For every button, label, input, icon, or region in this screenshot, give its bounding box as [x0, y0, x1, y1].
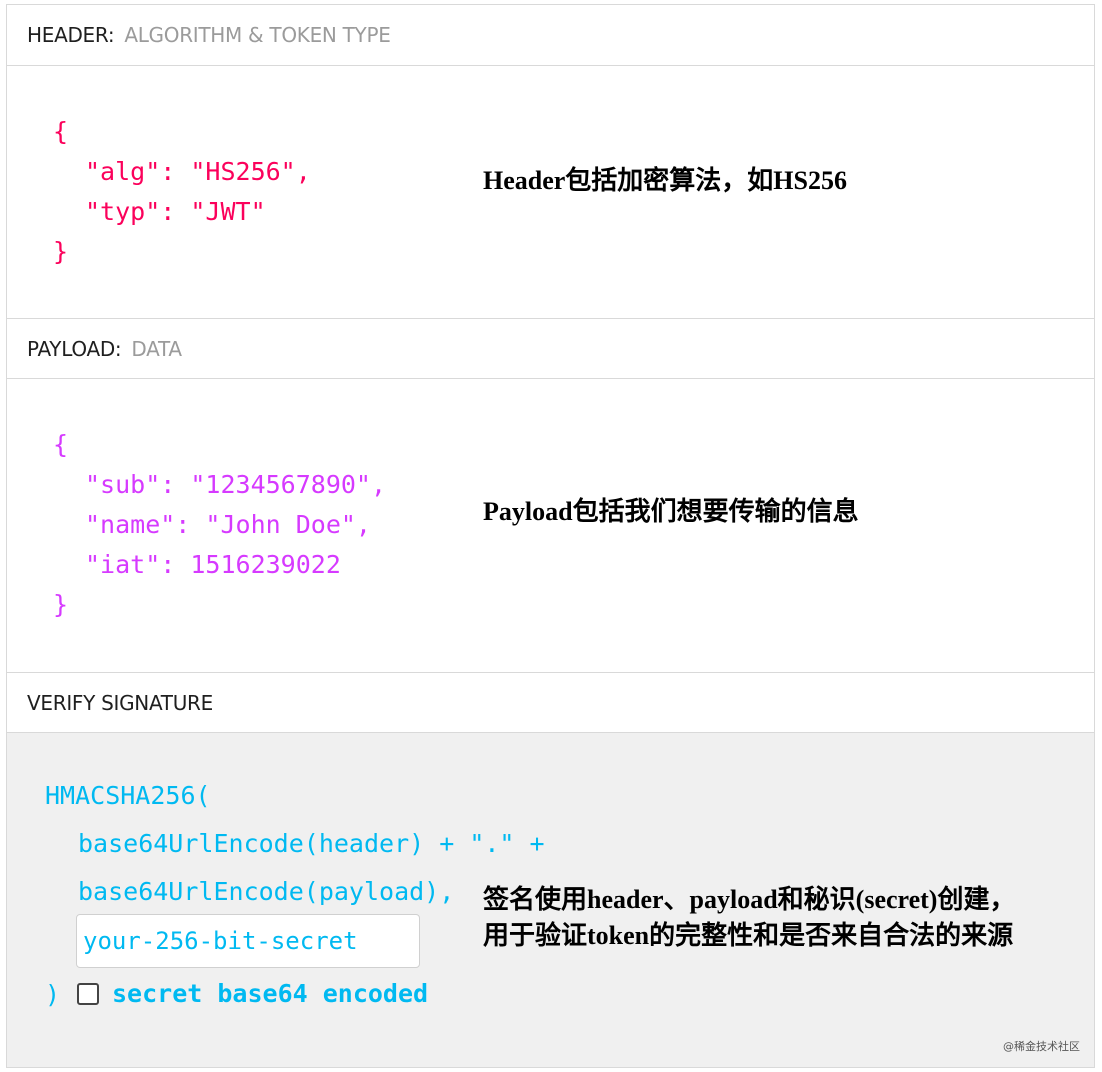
header-code-open-brace: { [53, 117, 69, 146]
header-code-close-brace: } [53, 237, 69, 266]
payload-section-title: PAYLOAD: [27, 336, 122, 361]
secret-input[interactable] [76, 914, 420, 968]
signature-code-hmac: HMACSHA256( [45, 781, 211, 810]
signature-code-close-paren: ) [45, 980, 61, 1009]
signature-section-title: VERIFY SIGNATURE [27, 690, 213, 715]
header-alg-sep: : [160, 157, 191, 186]
watermark: @稀金技术社区 [1003, 1040, 1080, 1053]
signature-code-payload-encode: base64UrlEncode(payload), [78, 877, 455, 906]
payload-section-subtitle: DATA [131, 336, 182, 361]
secret-base64-label[interactable]: secret base64 encoded [112, 974, 428, 1014]
signature-annotation-line2: 用于验证token的完整性和是否来自合法的来源 [483, 921, 1014, 950]
header-typ-sep: : [160, 197, 191, 226]
header-section-bar: HEADER: ALGORITHM & TOKEN TYPE [6, 4, 1095, 66]
payload-annotation: Payload包括我们想要传输的信息 [483, 497, 859, 526]
signature-code-header-encode: base64UrlEncode(header) + "." + [78, 829, 545, 858]
header-annotation: Header包括加密算法，如HS256 [483, 166, 847, 195]
payload-code-close-brace: } [53, 590, 69, 619]
payload-section-bar: PAYLOAD: DATA [6, 318, 1095, 379]
payload-code-panel: { "sub": "1234567890", "name": "John Doe… [6, 378, 1095, 673]
header-section-subtitle: ALGORITHM & TOKEN TYPE [124, 23, 391, 47]
header-typ-value: "JWT" [190, 197, 266, 226]
header-typ-key: "typ" [85, 197, 161, 226]
signature-section-bar: VERIFY SIGNATURE [6, 672, 1095, 733]
signature-annotation-line1: 签名使用header、payload和秘识(secret)创建， [483, 885, 1016, 914]
header-code-panel: { "alg": "HS256", "typ": "JWT" } Header包… [6, 65, 1095, 320]
header-code-line-typ[interactable]: "typ": "JWT" [85, 192, 266, 232]
payload-code-line-name[interactable]: "name": "John Doe", [85, 505, 371, 545]
header-code-line-alg[interactable]: "alg": "HS256", [85, 152, 311, 192]
secret-base64-checkbox[interactable] [77, 983, 99, 1005]
payload-code-line-sub[interactable]: "sub": "1234567890", [85, 465, 386, 505]
header-section-title: HEADER: [27, 23, 115, 47]
header-alg-key: "alg" [85, 157, 161, 186]
payload-code-open-brace: { [53, 430, 69, 459]
signature-code-panel: HMACSHA256( base64UrlEncode(header) + ".… [6, 732, 1095, 1068]
header-alg-value: "HS256", [190, 157, 311, 186]
payload-code-line-iat[interactable]: "iat": 1516239022 [85, 545, 341, 585]
